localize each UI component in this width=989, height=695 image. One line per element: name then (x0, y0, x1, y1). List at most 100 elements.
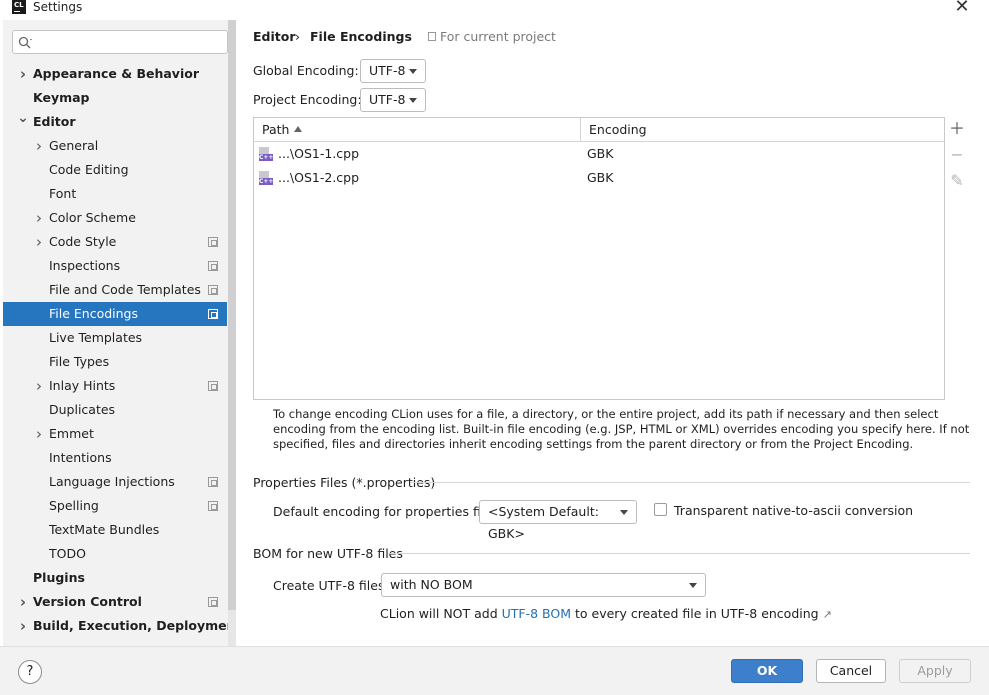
sidebar-item-label: Spelling (49, 498, 99, 513)
sidebar-item-label: Emmet (49, 426, 94, 441)
help-button[interactable]: ? (18, 660, 42, 684)
sidebar-item[interactable]: ⌄ Editor (3, 110, 227, 134)
sidebar-item[interactable]: TextMate Bundles (3, 518, 227, 542)
project-scope-icon (208, 309, 218, 319)
chevron-right-icon[interactable]: › (32, 230, 46, 254)
cpp-file-icon: C++ (259, 147, 273, 161)
sidebar-item[interactable]: › General (3, 134, 227, 158)
sidebar-item[interactable]: › Appearance & Behavior (3, 62, 227, 86)
column-header-encoding[interactable]: Encoding (581, 118, 944, 141)
chevron-down-icon[interactable]: ⌄ (16, 110, 30, 134)
sidebar-item[interactable]: Spelling (3, 494, 227, 518)
search-input[interactable] (12, 30, 228, 54)
apply-button[interactable]: Apply (899, 659, 971, 683)
breadcrumb-separator: › (295, 29, 300, 44)
project-encoding-select[interactable]: UTF-8 (360, 88, 426, 112)
sidebar-item-label: TODO (49, 546, 86, 561)
sidebar-item-label: File Encodings (49, 306, 139, 321)
project-scope-icon (208, 477, 218, 487)
sidebar-item[interactable]: › Version Control (3, 590, 227, 614)
chevron-down-icon (409, 69, 417, 74)
close-icon[interactable]: ✕ (950, 0, 974, 17)
sidebar-item-label: Code Editing (49, 162, 129, 177)
cpp-file-icon: C++ (259, 171, 273, 185)
sidebar-item[interactable]: File Encodings (3, 302, 227, 326)
column-header-path[interactable]: Path (254, 118, 580, 141)
sidebar-item-label: Intentions (49, 450, 112, 465)
table-row[interactable]: C++ ...\OS1-2.cpp GBK (254, 166, 944, 190)
sidebar-item-label: Font (49, 186, 77, 201)
sidebar-item-label: File and Code Templates (49, 282, 201, 297)
section-divider (388, 553, 970, 554)
utf8-bom-link[interactable]: UTF-8 BOM (502, 606, 571, 621)
project-scope-icon (208, 285, 218, 295)
sidebar-item-label: Keymap (33, 90, 90, 105)
sidebar-item-label: Appearance & Behavior (33, 66, 199, 81)
sidebar-item-label: Color Scheme (49, 210, 136, 225)
transparent-conversion-label[interactable]: Transparent native-to-ascii conversion (674, 503, 913, 519)
sidebar-item[interactable]: › Inlay Hints (3, 374, 227, 398)
sidebar-item-label: TextMate Bundles (49, 522, 160, 537)
cancel-button[interactable]: Cancel (816, 659, 886, 683)
settings-sidebar: › Appearance & Behavior Keymap ⌄ Editor › Gene… (3, 20, 236, 646)
sidebar-item[interactable]: Font (3, 182, 227, 206)
properties-encoding-value: <System Default: GBK> (488, 504, 599, 541)
scope-note: For current project (440, 29, 556, 44)
chevron-right-icon[interactable]: › (32, 206, 46, 230)
project-scope-icon (208, 381, 218, 391)
chevron-right-icon[interactable]: › (16, 614, 30, 638)
sidebar-item[interactable]: File Types (3, 350, 227, 374)
window-title: Settings (33, 0, 83, 14)
chevron-right-icon[interactable]: › (16, 590, 30, 614)
chevron-right-icon[interactable]: › (32, 374, 46, 398)
clion-app-icon: CL (12, 0, 26, 14)
sidebar-item[interactable]: Duplicates (3, 398, 227, 422)
project-scope-icon (208, 237, 218, 247)
sidebar-item[interactable]: Language Injections (3, 470, 227, 494)
row-path: ...\OS1-1.cpp (278, 146, 360, 161)
sidebar-item[interactable]: › Emmet (3, 422, 227, 446)
properties-default-label: Default encoding for properties files: (273, 504, 503, 519)
project-scope-icon (428, 32, 436, 41)
sidebar-item[interactable]: Inspections (3, 254, 227, 278)
transparent-conversion-checkbox[interactable] (654, 503, 667, 516)
sidebar-item[interactable]: Plugins (3, 566, 227, 590)
chevron-down-icon (620, 510, 628, 515)
chevron-right-icon[interactable]: › (32, 134, 46, 158)
sidebar-item[interactable]: › Build, Execution, Deployment (3, 614, 236, 638)
global-encoding-select[interactable]: UTF-8 (360, 59, 426, 83)
sidebar-item-label: Inlay Hints (49, 378, 116, 393)
sidebar-item-label: Language Injections (49, 474, 175, 489)
sort-ascending-icon (294, 126, 302, 132)
plus-icon[interactable]: ＋ (947, 119, 967, 139)
section-divider (410, 482, 970, 483)
chevron-right-icon[interactable]: › (16, 62, 30, 86)
sidebar-item[interactable]: Live Templates (3, 326, 227, 350)
sidebar-item-label: File Types (49, 354, 110, 369)
page-title: File Encodings (310, 29, 412, 44)
sidebar-item-label: Live Templates (49, 330, 143, 345)
sidebar-item-label: Duplicates (49, 402, 116, 417)
row-encoding[interactable]: GBK (587, 142, 613, 166)
external-link-icon: ↗ (822, 608, 832, 621)
sidebar-item-label: Code Style (49, 234, 117, 249)
chevron-down-icon (409, 98, 417, 103)
sidebar-item[interactable]: TODO (3, 542, 227, 566)
pencil-icon[interactable]: ✎ (947, 171, 967, 191)
breadcrumb-parent[interactable]: Editor (253, 29, 296, 45)
sidebar-scrollbar-thumb[interactable] (228, 20, 236, 610)
create-utf8-select[interactable]: with NO BOM (381, 573, 706, 597)
sidebar-item[interactable]: › Color Scheme (3, 206, 227, 230)
sidebar-item[interactable]: Intentions (3, 446, 227, 470)
sidebar-item[interactable]: Code Editing (3, 158, 227, 182)
chevron-right-icon[interactable]: › (32, 422, 46, 446)
properties-encoding-select[interactable]: <System Default: GBK> (479, 500, 637, 541)
sidebar-item-label: Version Control (33, 594, 142, 609)
sidebar-item[interactable]: › Code Style (3, 230, 227, 254)
ok-button[interactable]: OK (731, 659, 803, 683)
table-row[interactable]: C++ ...\OS1-1.cpp GBK (254, 142, 944, 166)
sidebar-item[interactable]: Keymap (3, 86, 227, 110)
minus-icon[interactable]: − (947, 145, 967, 165)
row-encoding[interactable]: GBK (587, 166, 613, 190)
sidebar-item[interactable]: File and Code Templates (3, 278, 227, 302)
